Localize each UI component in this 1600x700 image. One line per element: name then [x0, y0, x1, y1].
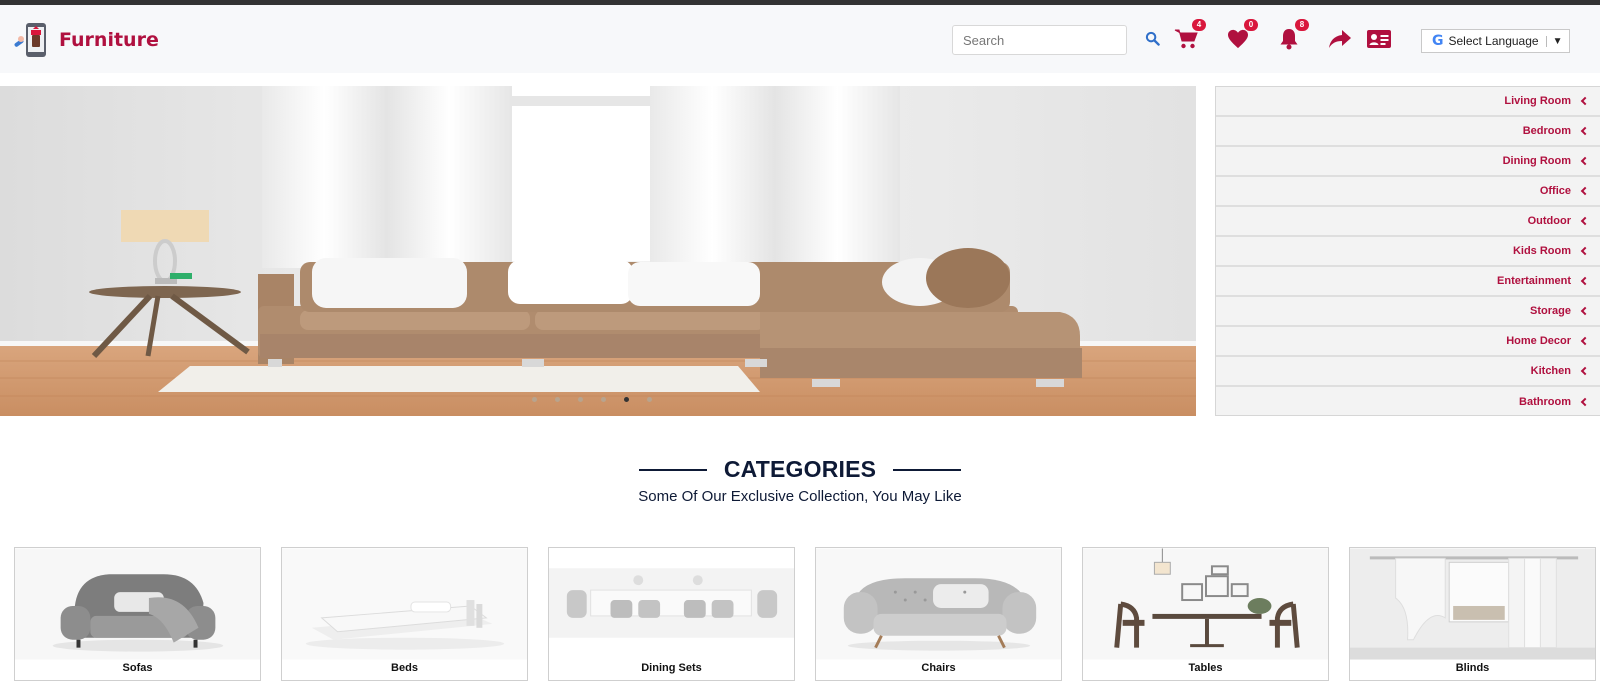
share-button[interactable] [1326, 27, 1354, 55]
category-card-label: Chairs [921, 662, 956, 674]
search-input[interactable] [952, 25, 1127, 55]
bell-icon [1279, 28, 1299, 55]
furniture-phone-logo-icon [12, 21, 50, 59]
carousel-dot[interactable] [532, 397, 537, 402]
section-subtitle: Some Of Our Exclusive Collection, You Ma… [638, 488, 962, 505]
chevron-left-icon [1580, 246, 1590, 256]
shopping-cart-icon [1174, 28, 1198, 55]
carousel-dot[interactable] [647, 397, 652, 402]
chevron-left-icon [1580, 216, 1590, 226]
search-button[interactable] [1138, 27, 1166, 55]
brand-logo[interactable]: Furniture [12, 21, 159, 59]
title-rule-right [893, 468, 962, 471]
chevron-left-icon [1580, 276, 1590, 286]
category-card-label: Tables [1188, 662, 1223, 674]
loveseat-image [816, 548, 1061, 660]
chevron-left-icon [1580, 156, 1590, 166]
menu-item-label: Dining Room [1502, 155, 1571, 167]
hero-carousel-dots [532, 397, 652, 402]
category-card-label: Dining Sets [641, 662, 702, 674]
language-select-label: Select Language [1448, 34, 1539, 48]
menu-item-outdoor[interactable]: Outdoor [1216, 207, 1600, 237]
wishlist-button[interactable]: 0 [1224, 19, 1258, 55]
cart-button[interactable]: 4 [1172, 19, 1206, 55]
category-card-tables[interactable]: Tables [1082, 547, 1329, 681]
carousel-dot[interactable] [578, 397, 583, 402]
site-header: Furniture 4 0 8 G [0, 5, 1600, 73]
category-sidebar-menu: Living Room Bedroom Dining Room Office O… [1215, 86, 1600, 416]
category-card-label: Sofas [122, 662, 153, 674]
chevron-left-icon [1580, 336, 1590, 346]
menu-item-label: Living Room [1504, 95, 1571, 107]
brand-name: Furniture [59, 29, 159, 51]
bed-image [282, 548, 527, 660]
category-card-dining-sets[interactable]: Dining Sets [548, 547, 795, 681]
carousel-dot[interactable] [624, 397, 629, 402]
category-card-beds[interactable]: Beds [281, 547, 528, 681]
menu-item-living-room[interactable]: Living Room [1216, 87, 1600, 117]
dining-set-image [549, 548, 794, 660]
category-card-sofas[interactable]: Sofas [14, 547, 261, 681]
category-card-label: Blinds [1455, 662, 1490, 674]
menu-item-label: Home Decor [1506, 335, 1571, 347]
chevron-left-icon [1580, 186, 1590, 196]
armchair-image [15, 548, 260, 660]
notifications-button[interactable]: 8 [1275, 19, 1309, 55]
chevron-left-icon [1580, 126, 1590, 136]
wishlist-count-badge: 0 [1244, 19, 1258, 31]
curtains-image [1350, 548, 1595, 660]
menu-item-bathroom[interactable]: Bathroom [1216, 387, 1600, 417]
profile-card-button[interactable] [1365, 27, 1393, 55]
search-icon [1145, 31, 1160, 51]
language-select[interactable]: G Select Language ▼ [1421, 29, 1570, 53]
menu-item-label: Entertainment [1497, 275, 1571, 287]
menu-item-label: Outdoor [1527, 215, 1571, 227]
dropdown-caret-icon: ▼ [1545, 35, 1562, 47]
carousel-dot[interactable] [555, 397, 560, 402]
menu-item-label: Bedroom [1522, 125, 1571, 137]
section-title: CATEGORIES [723, 456, 877, 482]
menu-item-kitchen[interactable]: Kitchen [1216, 357, 1600, 387]
cart-count-badge: 4 [1192, 19, 1206, 31]
menu-item-label: Kitchen [1530, 365, 1571, 377]
carousel-dot[interactable] [601, 397, 606, 402]
menu-item-label: Bathroom [1519, 396, 1571, 408]
category-card-chairs[interactable]: Chairs [815, 547, 1062, 681]
menu-item-home-decor[interactable]: Home Decor [1216, 327, 1600, 357]
menu-item-label: Office [1539, 185, 1571, 197]
chevron-left-icon [1580, 366, 1590, 376]
chevron-left-icon [1580, 397, 1590, 407]
hero-banner-image [0, 86, 1196, 416]
title-rule-left [638, 468, 707, 471]
menu-item-storage[interactable]: Storage [1216, 297, 1600, 327]
heart-icon [1227, 29, 1249, 54]
table-image [1083, 548, 1328, 660]
menu-item-bedroom[interactable]: Bedroom [1216, 117, 1600, 147]
notification-count-badge: 8 [1295, 19, 1309, 31]
google-icon: G [1432, 33, 1444, 49]
categories-heading: CATEGORIES Some Of Our Exclusive Collect… [0, 456, 1600, 505]
category-card-blinds[interactable]: Blinds [1349, 547, 1596, 681]
chevron-left-icon [1580, 306, 1590, 316]
menu-item-office[interactable]: Office [1216, 177, 1600, 207]
menu-item-label: Kids Room [1512, 245, 1571, 257]
menu-item-kids-room[interactable]: Kids Room [1216, 237, 1600, 267]
menu-item-dining-room[interactable]: Dining Room [1216, 147, 1600, 177]
chevron-left-icon [1580, 96, 1590, 106]
id-card-icon [1367, 29, 1391, 53]
menu-item-entertainment[interactable]: Entertainment [1216, 267, 1600, 297]
share-arrow-icon [1328, 29, 1352, 54]
menu-item-label: Storage [1530, 305, 1571, 317]
category-card-label: Beds [391, 662, 418, 674]
